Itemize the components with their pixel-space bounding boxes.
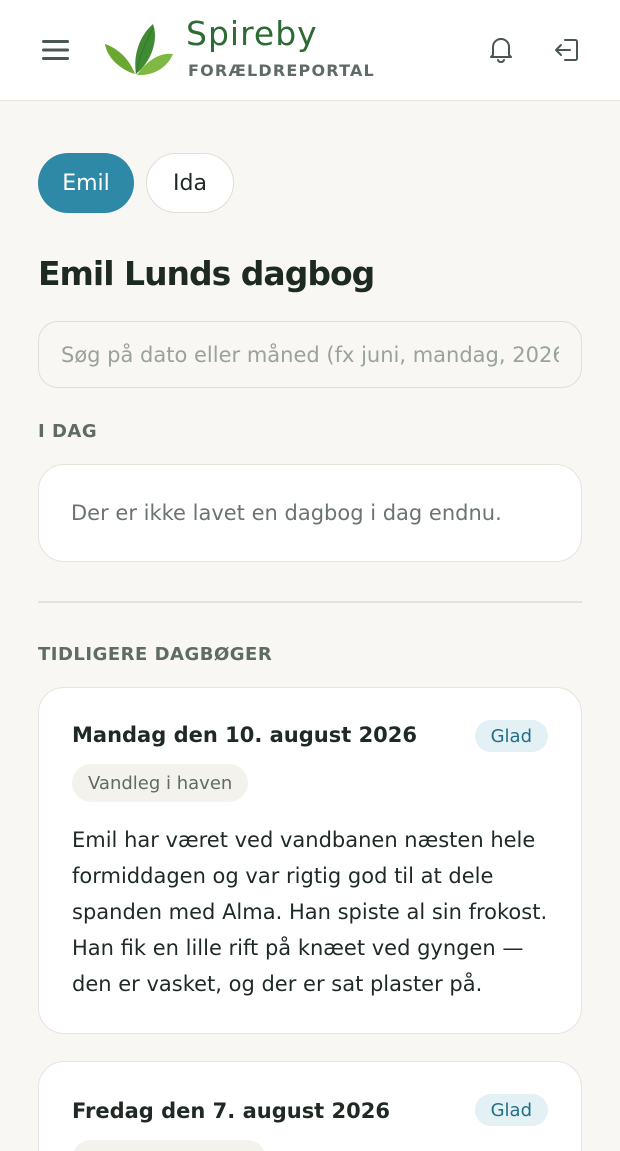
leaf-logo-icon[interactable] — [103, 22, 175, 78]
search-input[interactable] — [38, 321, 582, 388]
diary-entry[interactable]: Mandag den 10. august 2026 Glad Vandleg … — [38, 687, 582, 1034]
child-tab-ida[interactable]: Ida — [146, 153, 234, 213]
mood-badge: Glad — [474, 1094, 548, 1126]
entry-date: Mandag den 10. august 2026 — [72, 723, 418, 747]
activity-tag: Vandleg i haven — [72, 764, 249, 802]
bell-icon[interactable] — [485, 33, 517, 65]
mood-badge: Glad — [474, 720, 548, 752]
logout-icon[interactable] — [551, 34, 583, 66]
today-empty-text: Der er ikke lavet en dagbog i dag endnu. — [71, 501, 502, 525]
entry-date: Fredag den 7. august 2026 — [72, 1099, 390, 1123]
today-section-label: I DAG — [38, 421, 98, 442]
activity-tag — [72, 1140, 266, 1151]
child-tab-emil[interactable]: Emil — [38, 153, 134, 213]
menu-icon[interactable] — [40, 36, 72, 64]
diary-entry[interactable]: Fredag den 7. august 2026 Glad — [38, 1061, 582, 1151]
app-header: Spireby FORÆLDREPORTAL — [0, 0, 620, 101]
page-title: Emil Lunds dagbog — [38, 254, 375, 293]
today-card: Der er ikke lavet en dagbog i dag endnu. — [38, 464, 582, 562]
brand-name: Spireby — [186, 14, 318, 53]
previous-section-label: TIDLIGERE DAGBØGER — [38, 644, 273, 665]
entry-text: Emil har været ved vandbanen næsten hele… — [72, 828, 548, 996]
brand-subtitle: FORÆLDREPORTAL — [188, 61, 375, 80]
divider — [38, 601, 582, 603]
